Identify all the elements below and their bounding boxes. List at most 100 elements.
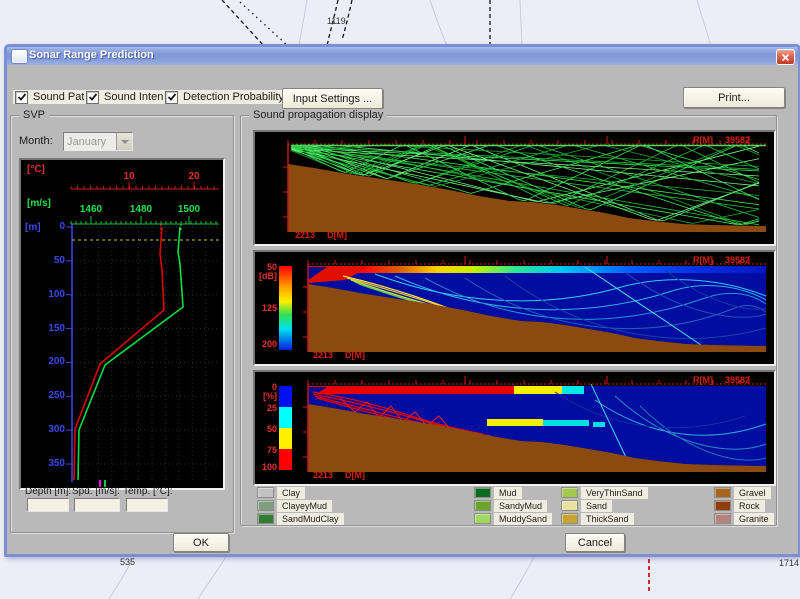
legend-swatch — [257, 500, 274, 511]
temp-field-label: Temp. [°C]: — [123, 486, 173, 497]
checkmark-icon — [88, 92, 98, 102]
legend-swatch — [561, 500, 578, 511]
sound-intensity-plot-canvas — [255, 252, 770, 360]
sound-path-plot: R[M] 39582 2213 D[M] — [253, 130, 776, 246]
legend-label: Mud — [494, 487, 522, 499]
sound-intensity-plot: 50 [dB] 125 200 R[M] 39582 2213 D[M] — [253, 250, 776, 366]
legend-item: SandyMud — [474, 500, 547, 511]
close-button[interactable] — [776, 49, 795, 65]
window-title: Sonar Range Prediction — [29, 49, 154, 61]
depth-value: 2213 — [295, 230, 315, 240]
print-button[interactable]: Print... — [683, 87, 785, 108]
range-value: 39582 — [725, 135, 750, 145]
range-axis-label: R[M] — [693, 255, 713, 265]
db-scale-tick: 200 — [255, 339, 277, 349]
map-label-right: 1714 — [779, 558, 799, 568]
legend-swatch — [714, 487, 731, 498]
temp-field[interactable] — [126, 498, 168, 512]
legend-item: SandMudClay — [257, 513, 344, 524]
temp-tick-label: 10 — [123, 171, 134, 182]
propagation-group-label: Sound propagation display — [249, 109, 387, 121]
temp-tick-label: 20 — [188, 171, 199, 182]
svp-depth-tick-label: 100 — [35, 289, 65, 300]
depth-value: 2213 — [313, 470, 333, 480]
speed-field[interactable] — [74, 498, 120, 512]
legend-item: VeryThinSand — [561, 487, 648, 498]
propagation-group: Sound propagation display R[M] 39582 221… — [240, 115, 777, 526]
legend-label: Rock — [734, 500, 765, 512]
sound-path-plot-canvas — [255, 132, 770, 240]
legend-item: Sand — [561, 500, 612, 511]
temp-axis-unit: [°C] — [27, 164, 45, 175]
svp-depth-tick-label: 200 — [35, 356, 65, 367]
svp-depth-tick-label: 300 — [35, 424, 65, 435]
range-axis-label: R[M] — [693, 135, 713, 145]
legend-item: ThickSand — [561, 513, 634, 524]
ok-button[interactable]: OK — [173, 533, 229, 552]
depth-field-label: Depth [m]: — [25, 486, 71, 497]
map-label-track: 1119 — [327, 16, 346, 26]
checkbox-box[interactable] — [165, 91, 178, 104]
legend-item: Gravel — [714, 487, 771, 498]
speed-tick-label: 1480 — [130, 204, 152, 215]
legend-swatch — [257, 513, 274, 524]
svp-plot: [°C] 10 20 [m/s] 1460 1480 1500 [m] 0 50… — [19, 158, 225, 490]
month-label: Month: — [19, 135, 53, 147]
cancel-button[interactable]: Cancel — [565, 533, 625, 552]
speed-tick-label: 1500 — [178, 204, 200, 215]
sound-speed-profile-curve — [78, 227, 183, 480]
sonar-range-prediction-window: Sonar Range Prediction Sound Path Sound … — [4, 44, 800, 557]
window-icon — [12, 50, 27, 63]
legend-swatch — [474, 487, 491, 498]
legend-item: Rock — [714, 500, 765, 511]
pct-scale-tick: 50 — [255, 424, 277, 434]
temperature-profile-curve — [74, 227, 164, 480]
legend-label: VeryThinSand — [581, 487, 648, 499]
svp-depth-tick-label: 250 — [35, 390, 65, 401]
range-value: 39582 — [725, 375, 750, 385]
speed-tick-label: 1460 — [80, 204, 102, 215]
depth-axis-label: D[M] — [327, 230, 347, 240]
svp-depth-tick-label: 150 — [35, 323, 65, 334]
legend-label: MuddySand — [494, 513, 552, 525]
legend-label: SandMudClay — [277, 513, 344, 525]
legend-swatch — [474, 513, 491, 524]
legend-label: ClayeyMud — [277, 500, 332, 512]
legend-item: Mud — [474, 487, 522, 498]
month-value: January — [64, 136, 116, 148]
month-select[interactable]: January — [63, 132, 133, 151]
map-label-left: 535 — [120, 557, 135, 567]
input-settings-button[interactable]: Input Settings ... — [282, 88, 383, 109]
legend-swatch — [714, 513, 731, 524]
depth-axis-label: D[M] — [345, 350, 365, 360]
title-bar[interactable]: Sonar Range Prediction — [7, 47, 798, 65]
pct-scale-tick: 75 — [255, 445, 277, 455]
depth-axis-label: D[M] — [345, 470, 365, 480]
checkmark-icon — [17, 92, 27, 102]
checkbox-box[interactable] — [15, 91, 28, 104]
legend-swatch — [561, 487, 578, 498]
pct-scale-tick: 100 — [255, 462, 277, 472]
checkbox-box[interactable] — [86, 91, 99, 104]
depth-field[interactable] — [27, 498, 69, 512]
close-icon — [781, 53, 790, 62]
legend-swatch — [714, 500, 731, 511]
checkbox-label: Detection Probability — [183, 91, 284, 103]
svp-depth-tick-label: 0 — [35, 221, 65, 232]
checkbox-detection-probability[interactable]: Detection Probability — [163, 90, 289, 104]
legend-item: Granite — [714, 513, 774, 524]
legend-swatch — [474, 500, 491, 511]
legend-label: Granite — [734, 513, 774, 525]
legend-label: Sand — [581, 500, 612, 512]
legend-swatch — [561, 513, 578, 524]
map-track-lines — [222, 0, 490, 46]
chevron-down-icon[interactable] — [116, 133, 132, 150]
range-value: 39582 — [725, 255, 750, 265]
legend-item: ClayeyMud — [257, 500, 332, 511]
checkmark-icon — [167, 92, 177, 102]
svp-group-label: SVP — [19, 109, 49, 121]
db-scale-tick: 125 — [255, 303, 277, 313]
speed-axis-unit: [m/s] — [27, 198, 51, 209]
db-colorbar — [279, 266, 292, 350]
legend-label: ThickSand — [581, 513, 634, 525]
